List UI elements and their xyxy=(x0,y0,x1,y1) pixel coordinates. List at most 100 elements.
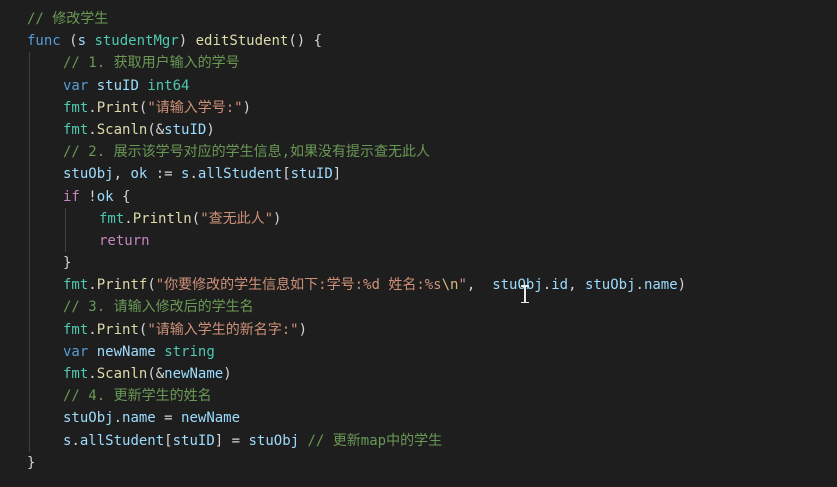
code-line-content: fmt.Print("请输入学生的新名字:") xyxy=(63,319,307,341)
code-line[interactable]: } xyxy=(0,252,837,275)
code-line-content: // 修改学生 xyxy=(27,8,108,30)
indent-guide xyxy=(29,296,30,319)
code-line[interactable]: var stuID int64 xyxy=(0,74,837,97)
code-token-plain: , xyxy=(568,277,585,294)
code-token-type: int64 xyxy=(147,77,190,94)
indent-guide xyxy=(29,340,30,363)
code-line[interactable]: fmt.Scanln(&stuID) xyxy=(0,118,837,142)
code-token-plain: ! xyxy=(79,188,97,205)
indent-guide xyxy=(29,274,30,297)
code-line[interactable]: fmt.Println("查无此人") xyxy=(0,207,837,230)
code-token-plain: . xyxy=(635,277,644,294)
code-token-plain: . xyxy=(189,166,198,183)
code-token-fn: Scanln xyxy=(96,366,148,382)
code-token-plain: } xyxy=(63,255,72,272)
indent-guide xyxy=(65,229,66,253)
code-token-plain: ] xyxy=(332,166,342,183)
code-token-var: id xyxy=(551,277,569,294)
code-token-fn: editStudent xyxy=(195,33,289,50)
code-line[interactable]: // 3. 请输入修改后的学生名 xyxy=(0,296,837,319)
indent-guide xyxy=(29,118,30,142)
code-token-fn: Print xyxy=(96,99,139,116)
text-cursor-icon xyxy=(521,285,529,303)
code-token-plain: . xyxy=(88,366,97,382)
code-token-plain: [ xyxy=(282,166,291,183)
indent-guide xyxy=(29,163,30,186)
code-line[interactable]: // 1. 获取用户输入的学号 xyxy=(0,52,837,75)
code-area[interactable]: // 修改学生 func (s studentMgr) editStudent()… xyxy=(0,8,837,474)
code-line[interactable]: stuObj.name = newName xyxy=(0,407,837,430)
code-token-plain: = xyxy=(155,410,182,427)
code-line[interactable]: fmt.Print("请输入学生的新名字:") xyxy=(0,318,837,341)
code-token-type: fmt xyxy=(99,210,125,227)
code-line[interactable]: s.allStudent[stuID] = stuObj // 更新map中的学… xyxy=(0,429,837,452)
code-line-content: fmt.Println("查无此人") xyxy=(99,208,281,230)
code-token-comment: // 修改学生 xyxy=(27,11,109,27)
code-line[interactable]: if !ok { xyxy=(0,185,837,208)
indent-guide xyxy=(65,207,66,230)
code-token-comment: // 更新map中的学生 xyxy=(299,432,443,449)
indent-guide xyxy=(29,407,30,430)
code-token-type: fmt xyxy=(63,321,89,338)
code-line[interactable]: fmt.Printf("你要修改的学生信息如下:学号:%d 姓名:%s\n", … xyxy=(0,274,837,297)
code-line[interactable]: // 修改学生 xyxy=(0,8,837,30)
code-token-plain: ) xyxy=(298,321,308,338)
code-token-plain: ( xyxy=(191,210,201,227)
code-token-var: newName xyxy=(96,343,156,360)
code-line-content: fmt.Printf("你要修改的学生信息如下:学号:%d 姓名:%s\n", … xyxy=(63,274,686,296)
code-token-var: name xyxy=(122,410,156,427)
code-token-plain: ( xyxy=(147,277,156,294)
indent-guide xyxy=(29,429,30,452)
code-line[interactable]: var newName string xyxy=(0,340,837,363)
code-line-content: func (s studentMgr) editStudent() { xyxy=(27,30,322,52)
code-token-fn: Printf xyxy=(96,277,148,294)
code-line[interactable]: return xyxy=(0,229,837,253)
code-token-plain: } xyxy=(27,454,36,471)
indent-guide xyxy=(29,207,30,230)
code-line-content: // 3. 请输入修改后的学生名 xyxy=(63,296,254,318)
code-line[interactable]: func (s studentMgr) editStudent() { xyxy=(0,30,837,52)
code-token-str: " xyxy=(458,277,467,294)
code-token-var: stuID xyxy=(172,432,215,449)
code-line-content: if !ok { xyxy=(63,186,130,208)
code-token-var: stuObj xyxy=(248,432,300,449)
code-token-plain: ) xyxy=(178,33,196,50)
code-line-content: return xyxy=(99,230,150,252)
code-line[interactable]: } xyxy=(0,452,837,474)
code-line[interactable]: fmt.Print("请输入学号:") xyxy=(0,96,837,119)
code-token-type: string xyxy=(164,343,215,360)
code-line-content: fmt.Print("请输入学号:") xyxy=(63,97,251,119)
code-token-var: stuID xyxy=(290,166,333,183)
indent-guide xyxy=(29,363,30,386)
code-line[interactable]: // 2. 展示该学号对应的学生信息,如果没有提示查无此人 xyxy=(0,141,837,164)
code-token-plain: ) xyxy=(223,366,232,382)
code-token-var: name xyxy=(643,277,678,294)
code-token-plain: [ xyxy=(164,432,173,449)
code-token-plain: . xyxy=(113,410,123,427)
code-token-plain: := xyxy=(147,166,182,183)
code-editor[interactable]: // 修改学生 func (s studentMgr) editStudent()… xyxy=(0,0,837,487)
code-token-var: stuObj xyxy=(63,410,114,427)
code-line-content: stuObj, ok := s.allStudent[stuID] xyxy=(63,163,341,185)
code-line[interactable]: fmt.Scanln(&newName) xyxy=(0,363,837,386)
code-token-ctrl: return xyxy=(99,232,150,249)
code-token-str: "请输入学生的新名字:" xyxy=(147,321,299,338)
code-line[interactable]: stuObj, ok := s.allStudent[stuID] xyxy=(0,163,837,186)
code-token-plain: { xyxy=(113,188,131,205)
code-line-content: s.allStudent[stuID] = stuObj // 更新map中的学… xyxy=(63,430,442,452)
code-token-esc: \n xyxy=(441,277,459,294)
code-token-fn: Scanln xyxy=(96,121,148,138)
code-line[interactable]: // 4. 更新学生的姓名 xyxy=(0,385,837,408)
code-token-plain: ) xyxy=(677,277,687,294)
code-token-fn: Print xyxy=(96,321,139,338)
code-token-var: allStudent xyxy=(79,432,165,449)
code-token-var: stuObj xyxy=(584,277,636,294)
code-token-type: fmt xyxy=(63,366,89,382)
indent-guide xyxy=(29,318,30,341)
code-token-plain: ] = xyxy=(214,432,249,449)
code-line-content: // 4. 更新学生的姓名 xyxy=(63,385,212,407)
code-token-kw: var xyxy=(63,343,89,360)
indent-guide xyxy=(29,141,30,164)
code-line-content: var newName string xyxy=(63,341,215,363)
